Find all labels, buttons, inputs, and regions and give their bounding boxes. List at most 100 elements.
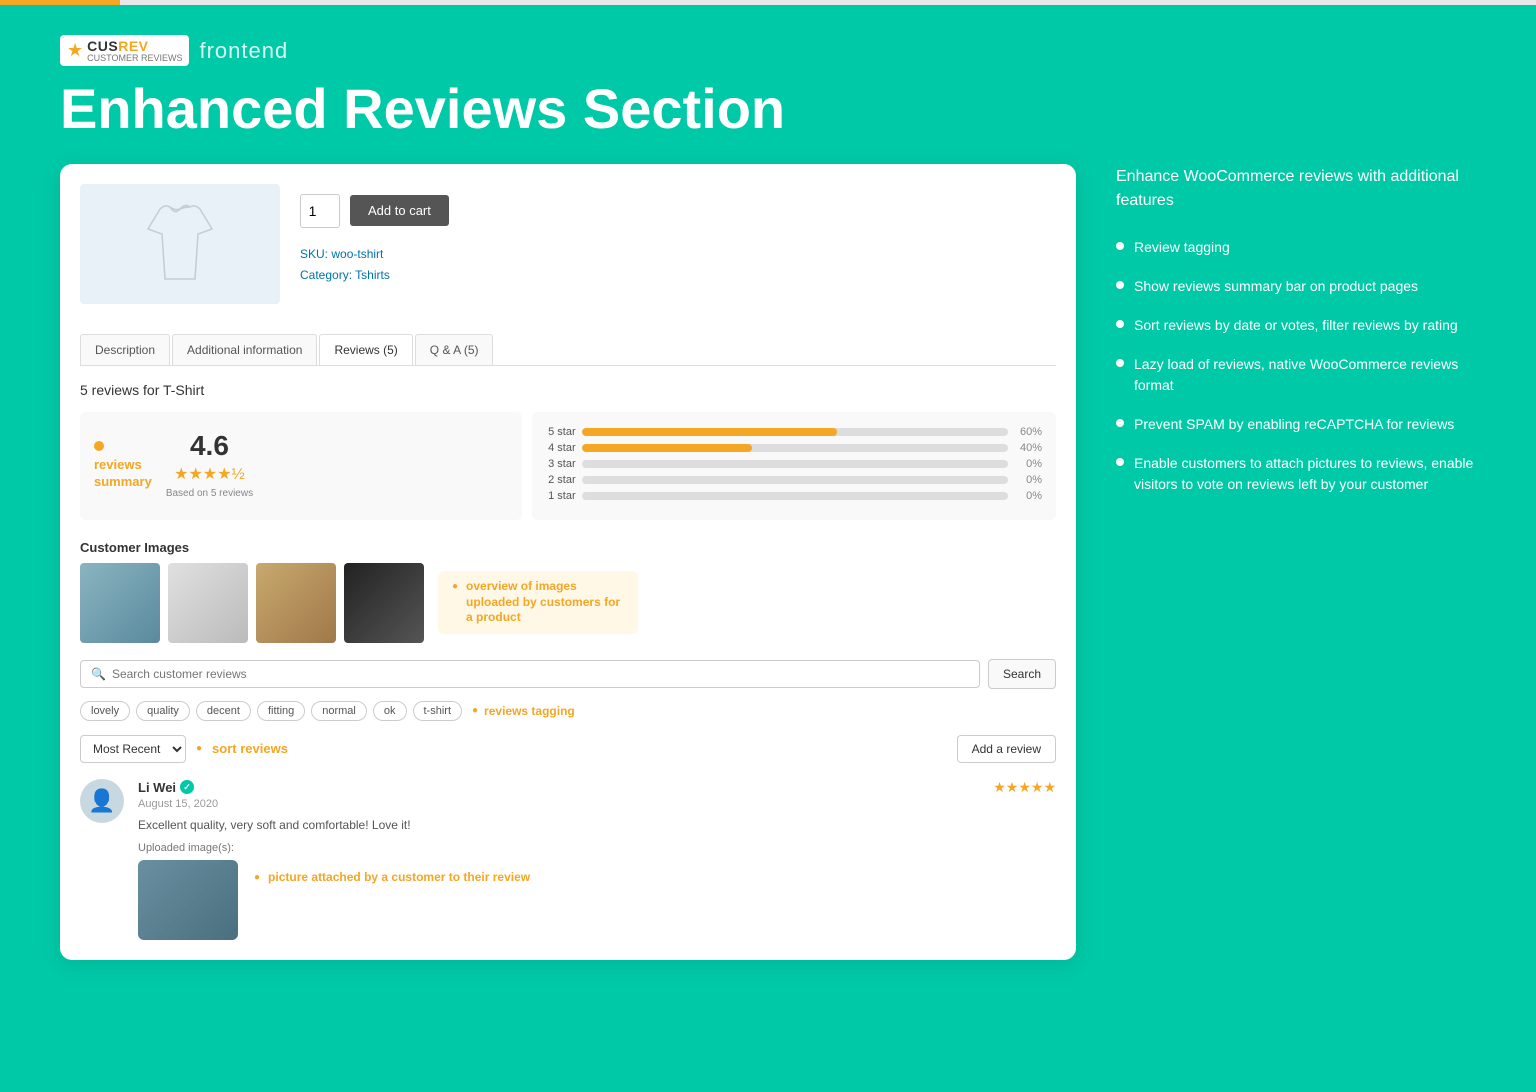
left-panel: ★ CUSREV CUSTOMER REVIEWS frontend Enhan…: [60, 35, 1076, 960]
tabs-row: Description Additional information Revie…: [80, 334, 1056, 366]
search-input-wrap: 🔍: [80, 660, 980, 688]
bar-pct-4: 40%: [1014, 442, 1042, 454]
product-image-area: [80, 184, 280, 304]
bar-fill-4: [582, 444, 753, 452]
review-customer-image[interactable]: [138, 860, 238, 940]
quantity-input[interactable]: 1: [300, 194, 340, 228]
add-to-cart-button[interactable]: Add to cart: [350, 195, 449, 226]
reviews-summary-section: reviewssummary 4.6 ★★★★½ Based on 5 revi…: [80, 412, 1056, 520]
summary-left: reviewssummary 4.6 ★★★★½ Based on 5 revi…: [80, 412, 522, 520]
bar-pct-5: 60%: [1014, 426, 1042, 438]
review-stars: ★★★★★: [993, 779, 1056, 796]
feature-text-3: Lazy load of reviews, native WooCommerce…: [1134, 354, 1476, 396]
feature-text-5: Enable customers to attach pictures to r…: [1134, 453, 1476, 495]
feature-item-1: Show reviews summary bar on product page…: [1116, 276, 1476, 297]
product-details: 1 Add to cart SKU: woo-tshirt Category: …: [300, 184, 1056, 304]
tag-decent[interactable]: decent: [196, 701, 251, 721]
logo-badge: ★ CUSREV CUSTOMER REVIEWS: [60, 35, 189, 66]
summary-right: 5 star 60% 4 star 40% 3 st: [532, 412, 1056, 520]
bar-label-5: 5 star: [546, 426, 576, 438]
feature-item-3: Lazy load of reviews, native WooCommerce…: [1116, 354, 1476, 396]
right-panel: Enhance WooCommerce reviews with additio…: [1116, 35, 1476, 960]
add-review-button[interactable]: Add a review: [957, 735, 1056, 763]
callout-text: overview of images uploaded by customers…: [466, 579, 624, 626]
tag-lovely[interactable]: lovely: [80, 701, 130, 721]
sort-select[interactable]: Most Recent: [80, 735, 186, 763]
bar-label-3: 3 star: [546, 458, 576, 470]
review-item: 👤 Li Wei ✓ ★★★★★ August 15, 2020 Excelle…: [80, 779, 1056, 940]
right-description: Enhance WooCommerce reviews with additio…: [1116, 165, 1476, 213]
picture-callout-text: picture attached by a customer to their …: [268, 870, 530, 884]
images-callout-bubble: ● overview of images uploaded by custome…: [438, 571, 638, 634]
summary-based-on: Based on 5 reviews: [166, 488, 253, 499]
bar-row-5star: 5 star 60%: [546, 426, 1042, 438]
reviewer-name-text: Li Wei: [138, 780, 176, 795]
frontend-label: frontend: [199, 38, 288, 64]
tag-normal[interactable]: normal: [311, 701, 367, 721]
summary-stars: ★★★★½: [166, 464, 253, 484]
feature-item-5: Enable customers to attach pictures to r…: [1116, 453, 1476, 495]
tag-quality[interactable]: quality: [136, 701, 190, 721]
category-value: Tshirts: [355, 268, 390, 282]
add-to-cart-row: 1 Add to cart: [300, 194, 1056, 228]
reviews-count: 5 reviews for T-Shirt: [80, 382, 1056, 398]
feature-item-2: Sort reviews by date or votes, filter re…: [1116, 315, 1476, 336]
feature-text-4: Prevent SPAM by enabling reCAPTCHA for r…: [1134, 414, 1454, 435]
feature-text-1: Show reviews summary bar on product page…: [1134, 276, 1418, 297]
customer-image-3[interactable]: [256, 563, 336, 643]
sort-left: Most Recent ● sort reviews: [80, 735, 288, 763]
uploaded-label: Uploaded image(s):: [138, 842, 1056, 854]
tab-qa[interactable]: Q & A (5): [415, 334, 494, 365]
bar-row-4star: 4 star 40%: [546, 442, 1042, 454]
product-top: 1 Add to cart SKU: woo-tshirt Category: …: [80, 184, 1056, 314]
search-reviews-button[interactable]: Search: [988, 659, 1056, 689]
customer-image-2[interactable]: [168, 563, 248, 643]
bar-row-2star: 2 star 0%: [546, 474, 1042, 486]
reviewer-name-row: Li Wei ✓ ★★★★★: [138, 779, 1056, 796]
summary-score-value: 4.6: [166, 432, 253, 460]
logo-star-icon: ★: [67, 40, 83, 61]
tags-callout-text: reviews tagging: [484, 704, 575, 718]
feature-item-4: Prevent SPAM by enabling reCAPTCHA for r…: [1116, 414, 1476, 435]
reviewer-avatar: 👤: [80, 779, 124, 823]
customer-images-label: Customer Images: [80, 540, 1056, 555]
bar-track-5: [582, 428, 1008, 436]
bar-row-3star: 3 star 0%: [546, 458, 1042, 470]
reviewer-name: Li Wei ✓: [138, 780, 194, 795]
features-list: Review tagging Show reviews summary bar …: [1116, 237, 1476, 495]
picture-callout: ● picture attached by a customer to thei…: [254, 860, 530, 884]
summary-label-col: reviewssummary: [94, 441, 152, 491]
tag-fitting[interactable]: fitting: [257, 701, 305, 721]
logo-text: CUSREV CUSTOMER REVIEWS: [87, 38, 182, 63]
tab-reviews[interactable]: Reviews (5): [319, 334, 412, 365]
review-image-wrap: ● picture attached by a customer to thei…: [138, 860, 1056, 940]
bar-track-2: [582, 476, 1008, 484]
page-title: Enhanced Reviews Section: [60, 78, 1076, 140]
tag-tshirt[interactable]: t-shirt: [413, 701, 463, 721]
tags-row: lovely quality decent fitting normal ok …: [80, 701, 1056, 721]
bar-label-2: 2 star: [546, 474, 576, 486]
customer-images-row: ● overview of images uploaded by custome…: [80, 563, 1056, 643]
review-text: Excellent quality, very soft and comfort…: [138, 816, 1056, 834]
product-meta: SKU: woo-tshirt Category: Tshirts: [300, 244, 1056, 287]
logo-sub: CUSTOMER REVIEWS: [87, 54, 182, 63]
bar-fill-5: [582, 428, 838, 436]
tags-callout-bullet-icon: ●: [472, 705, 478, 716]
feature-bullet-icon-4: [1116, 419, 1124, 427]
verified-icon: ✓: [180, 780, 194, 794]
feature-text-2: Sort reviews by date or votes, filter re…: [1134, 315, 1458, 336]
tab-description[interactable]: Description: [80, 334, 170, 365]
bar-track-4: [582, 444, 1008, 452]
feature-text-0: Review tagging: [1134, 237, 1230, 258]
sort-label: sort reviews: [212, 741, 288, 756]
customer-image-4[interactable]: [344, 563, 424, 643]
tab-additional-info[interactable]: Additional information: [172, 334, 317, 365]
bar-pct-2: 0%: [1014, 474, 1042, 486]
summary-bullet-icon: [94, 441, 104, 451]
bar-row-1star: 1 star 0%: [546, 490, 1042, 502]
feature-bullet-icon-0: [1116, 242, 1124, 250]
tag-ok[interactable]: ok: [373, 701, 407, 721]
search-reviews-input[interactable]: [112, 667, 969, 681]
customer-image-1[interactable]: [80, 563, 160, 643]
bar-label-1: 1 star: [546, 490, 576, 502]
